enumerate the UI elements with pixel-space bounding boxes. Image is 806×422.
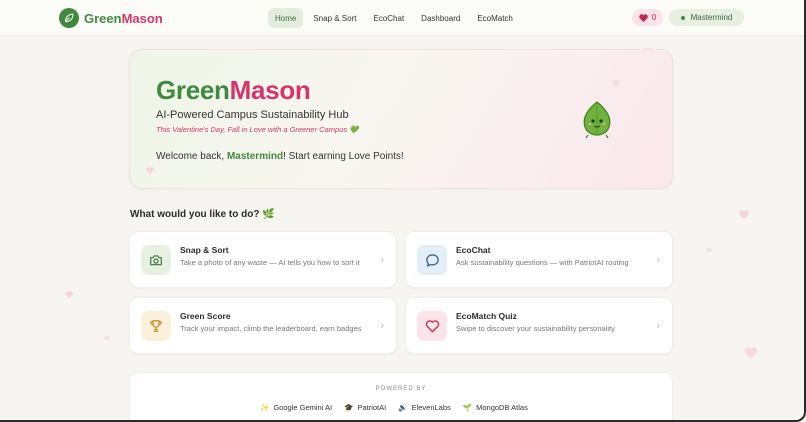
nav-links: Home Snap & Sort EcoChat Dashboard EcoMa… bbox=[268, 8, 520, 28]
card-green-score[interactable]: Green Score Track your impact, climb the… bbox=[129, 297, 397, 354]
camera-icon bbox=[141, 245, 171, 275]
decor-heart-icon bbox=[706, 248, 712, 253]
heart-icon bbox=[417, 311, 447, 341]
card-title: Green Score bbox=[180, 311, 231, 321]
leaf-logo-icon bbox=[59, 8, 79, 28]
decor-heart-icon bbox=[739, 210, 749, 219]
user-menu[interactable]: Mastermind bbox=[669, 9, 744, 26]
nav-link-ecomatch[interactable]: EcoMatch bbox=[470, 8, 520, 28]
card-ecomatch-quiz[interactable]: EcoMatch Quiz Swipe to discover your sus… bbox=[405, 297, 673, 354]
powered-by-label: POWERED BY bbox=[375, 386, 427, 392]
partner-patriotai: 🎓 PatriotAI bbox=[344, 403, 387, 412]
card-description: Track your impact, climb the leaderboard… bbox=[180, 324, 362, 333]
leaf-mascot-icon bbox=[583, 101, 611, 138]
chevron-right-icon: › bbox=[380, 320, 384, 332]
card-title: EcoChat bbox=[456, 245, 491, 255]
nav-link-ecochat[interactable]: EcoChat bbox=[366, 8, 411, 28]
love-points-count: 0 bbox=[651, 13, 657, 22]
brand-name: GreenMason bbox=[84, 10, 163, 26]
heart-icon bbox=[638, 13, 648, 22]
nav-link-dashboard[interactable]: Dashboard bbox=[414, 8, 467, 28]
card-description: Ask sustainability questions — with Patr… bbox=[456, 258, 629, 267]
partner-elevenlabs: 🔊 ElevenLabs bbox=[398, 403, 451, 412]
welcome-message: Welcome back, Mastermind! Start earning … bbox=[156, 151, 404, 162]
chevron-right-icon: › bbox=[380, 254, 384, 266]
love-points-badge[interactable]: 0 bbox=[632, 9, 663, 26]
hero-banner: GreenMason AI-Powered Campus Sustainabil… bbox=[129, 49, 673, 189]
partner-mongodb: 🌱 MongoDB Atlas bbox=[462, 403, 528, 412]
card-title: Snap & Sort bbox=[180, 245, 229, 255]
decor-heart-icon bbox=[612, 80, 620, 87]
decor-heart-icon bbox=[744, 347, 758, 359]
chevron-right-icon: › bbox=[656, 254, 660, 266]
trophy-icon bbox=[141, 311, 171, 341]
graduation-cap-icon: 🎓 bbox=[344, 403, 354, 412]
card-description: Swipe to discover your sustainability pe… bbox=[456, 324, 615, 333]
partner-list: ✨ Google Gemini AI 🎓 PatriotAI 🔊 ElevenLabs… bbox=[260, 403, 528, 412]
online-dot-icon bbox=[680, 15, 685, 20]
hero-subtitle: AI-Powered Campus Sustainability Hub bbox=[156, 109, 349, 121]
card-title: EcoMatch Quiz bbox=[456, 311, 517, 321]
chevron-right-icon: › bbox=[656, 320, 660, 332]
powered-by-panel: POWERED BY ✨ Google Gemini AI 🎓 PatriotAI … bbox=[129, 372, 673, 422]
chat-bubble-icon bbox=[417, 245, 447, 275]
brand[interactable]: GreenMason bbox=[59, 8, 163, 28]
nav-link-snap-sort[interactable]: Snap & Sort bbox=[306, 8, 363, 28]
decor-heart-icon bbox=[104, 336, 110, 341]
card-snap-sort[interactable]: Snap & Sort Take a photo of any waste — … bbox=[129, 231, 397, 288]
nav-link-home[interactable]: Home bbox=[268, 8, 304, 28]
card-description: Take a photo of any waste — AI tells you… bbox=[180, 258, 360, 267]
speaker-icon: 🔊 bbox=[398, 403, 408, 412]
username-label: Mastermind bbox=[690, 13, 733, 22]
top-navbar: GreenMason Home Snap & Sort EcoChat Dash… bbox=[0, 0, 804, 36]
card-ecochat[interactable]: EcoChat Ask sustainability questions — w… bbox=[405, 231, 673, 288]
hero-title: GreenMason bbox=[156, 75, 311, 105]
decor-heart-icon bbox=[65, 291, 73, 298]
partner-gemini: ✨ Google Gemini AI bbox=[260, 403, 333, 412]
section-title: What would you like to do? 🌿 bbox=[130, 209, 275, 220]
sparkle-icon: ✨ bbox=[260, 403, 270, 412]
decor-heart-icon bbox=[146, 167, 154, 174]
hero-tagline: This Valentine's Day, Fall in Love with … bbox=[156, 125, 359, 134]
seedling-icon: 🌱 bbox=[462, 403, 473, 412]
